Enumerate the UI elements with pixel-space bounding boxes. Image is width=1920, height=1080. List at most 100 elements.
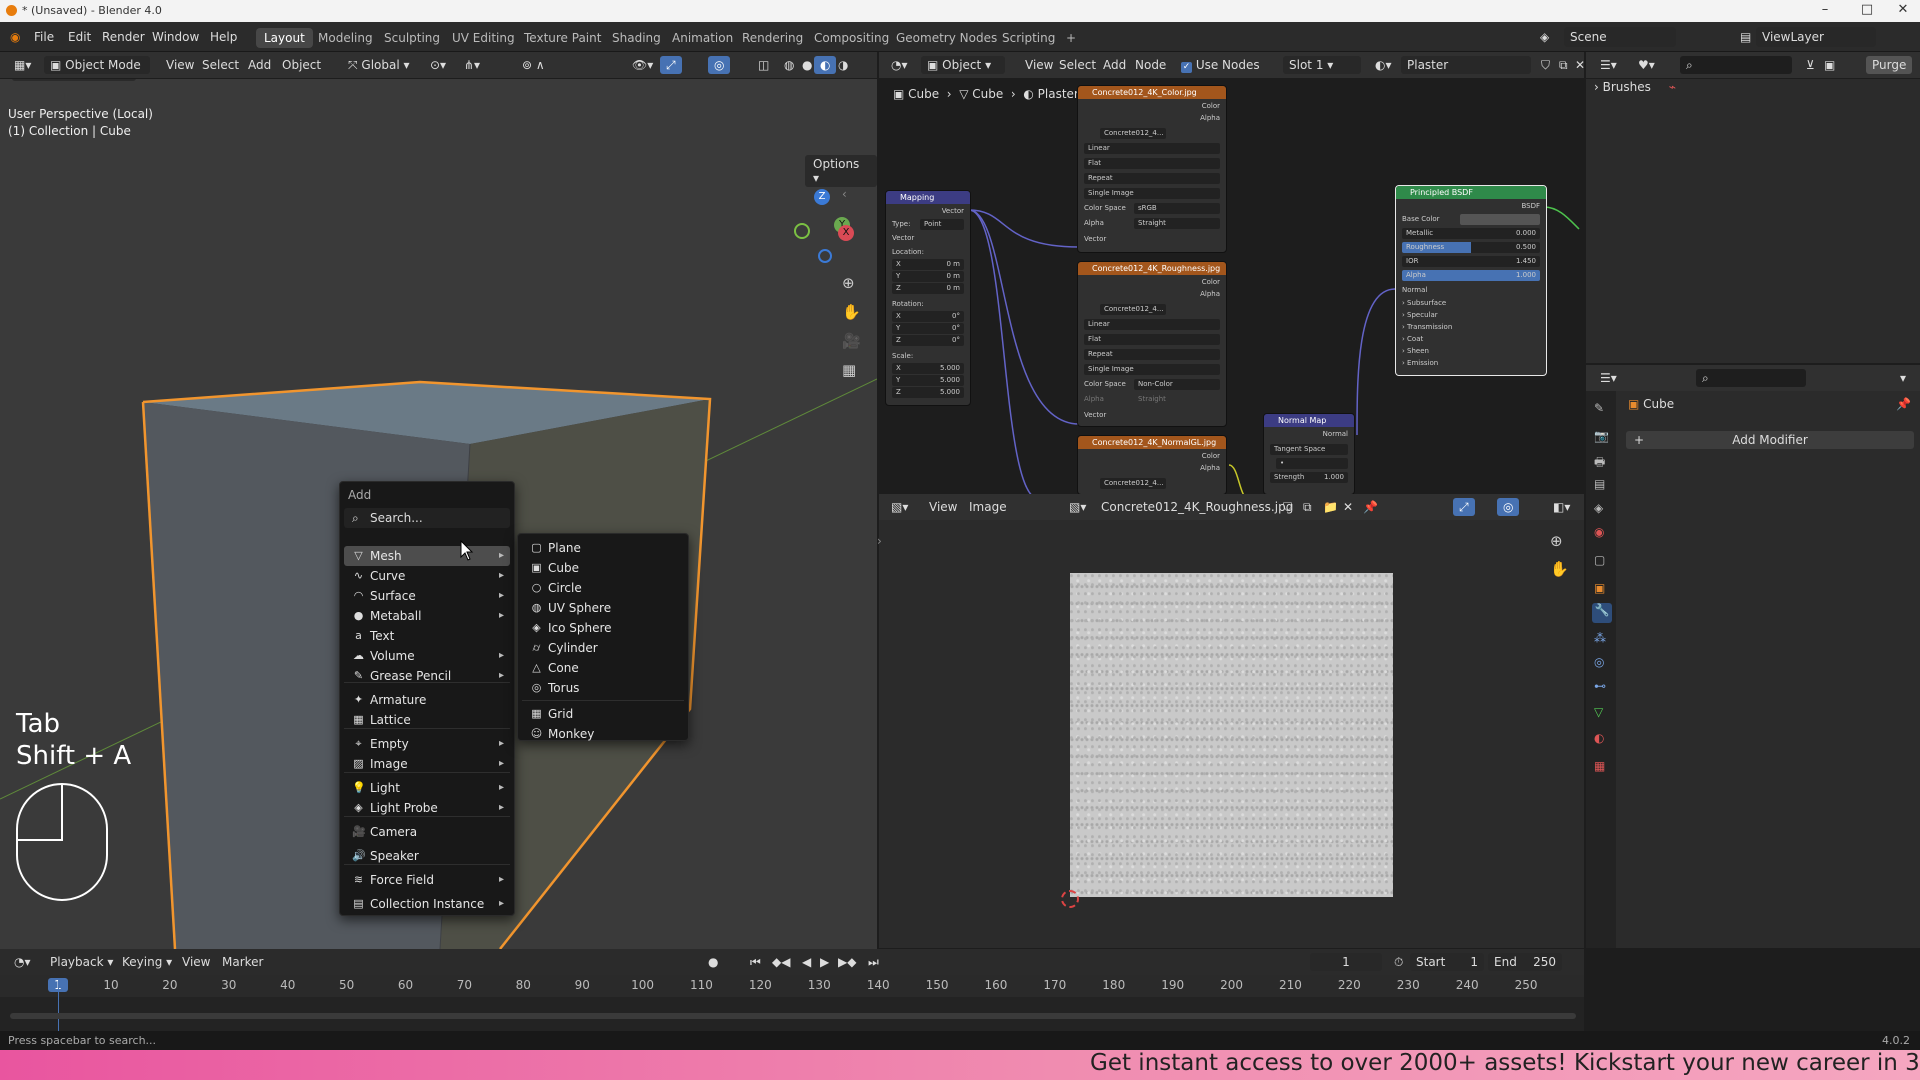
normal-map-node[interactable]: Normal Map Normal Tangent Space • Streng… [1263, 413, 1355, 494]
jump-start-icon[interactable]: ⏮ [744, 953, 767, 971]
image-pin-icon[interactable]: 📌 [1357, 498, 1384, 516]
scene-selector[interactable]: Scene [1564, 27, 1676, 47]
rough-tex-interp[interactable]: Linear [1084, 319, 1220, 330]
mesh-item-torus[interactable]: ◎ Torus [522, 678, 684, 698]
image-gizmo-icon[interactable]: ⤢ [1453, 498, 1475, 516]
tab-uv-editing[interactable]: UV Editing [444, 28, 523, 48]
pivot-icon[interactable]: ⊙▾ [424, 56, 452, 74]
outliner-type-icon[interactable]: ☰▾ [1594, 56, 1623, 74]
texture-tab-icon[interactable]: ▦ [1594, 759, 1605, 773]
timeline-type-icon[interactable]: ◔▾ [8, 953, 37, 971]
image-fake-user-icon[interactable]: ⛉ [1277, 498, 1298, 516]
menu-render[interactable]: Render [102, 30, 145, 44]
record-icon[interactable]: ● [702, 953, 724, 971]
image-sidebar-arrow-icon[interactable]: › [877, 534, 882, 548]
image-editor[interactable]: ⊕ ✋ › [877, 520, 1584, 948]
properties-type-icon[interactable]: ☰▾ [1594, 369, 1623, 387]
mapping-type-field[interactable]: Point [920, 219, 964, 230]
color-tex-cs[interactable]: sRGB [1134, 203, 1220, 214]
promo-banner[interactable]: Get instant access to over 2000+ assets!… [0, 1050, 1920, 1080]
add-workspace-button[interactable]: + [1058, 28, 1084, 48]
add-menu-item-metaball[interactable]: ● Metaball ▸ [344, 606, 510, 626]
current-frame-field[interactable]: 1 [1310, 953, 1382, 971]
rough-tex-cs[interactable]: Non-Color [1134, 379, 1220, 390]
ortho-toggle-icon[interactable]: ▦ [842, 361, 856, 379]
modifier-tab-icon[interactable]: 🔧 [1592, 603, 1612, 623]
timeline-menu-view[interactable]: View [176, 953, 216, 971]
roughness-image-preview[interactable] [1070, 573, 1393, 897]
add-menu-item-grease-pencil[interactable]: ✎ Grease Pencil ▸ [344, 666, 510, 686]
image-zoom-icon[interactable]: ⊕ [1550, 532, 1563, 550]
shader-type-selector[interactable]: ▣ Object ▾ [921, 56, 1005, 74]
mapping-rot-z[interactable]: Z 0° [892, 335, 964, 346]
bsdf-metallic[interactable]: Metallic 0.000 [1402, 228, 1540, 239]
tab-animation[interactable]: Animation [664, 28, 741, 48]
properties-search[interactable]: ⌕ [1696, 369, 1806, 387]
tab-sculpting[interactable]: Sculpting [376, 28, 448, 48]
outliner-display-mode-icon[interactable]: ♥▾ [1632, 56, 1661, 74]
gizmo-toggle-icon[interactable]: ⤢ [660, 56, 682, 74]
overlay-toggle-icon[interactable]: ◎ [708, 56, 731, 74]
purge-button[interactable]: Purge [1866, 56, 1913, 74]
mapping-loc-x[interactable]: X0 m [892, 259, 964, 270]
rough-tex-source[interactable]: Single Image [1084, 364, 1220, 375]
rough-tex-proj[interactable]: Flat [1084, 334, 1220, 345]
menu-add[interactable]: Add [242, 56, 277, 74]
slot-selector[interactable]: Slot 1 ▾ [1283, 56, 1361, 74]
end-frame-field[interactable]: End 250 [1488, 953, 1562, 971]
maximize-icon[interactable]: □ [1852, 2, 1882, 17]
mesh-item-circle[interactable]: ○ Circle [522, 578, 684, 598]
menu-help[interactable]: Help [210, 30, 237, 44]
menu-file[interactable]: File [34, 30, 54, 44]
color-tex-ext[interactable]: Repeat [1084, 173, 1220, 184]
bsdf-roughness[interactable]: Roughness 0.500 [1402, 242, 1540, 253]
rough-tex-image-field[interactable]: Concrete012_4... [1100, 304, 1166, 315]
next-keyframe-icon[interactable]: ▶◆ [832, 953, 862, 971]
options-button[interactable]: Options ▾ [805, 155, 877, 187]
mesh-item-monkey[interactable]: ☺ Monkey [522, 724, 684, 744]
visibility-icon[interactable]: 👁▾ [626, 56, 659, 74]
add-menu-item-speaker[interactable]: 🔊 Speaker [344, 846, 510, 866]
gizmo-z-icon[interactable]: Z [814, 189, 830, 205]
color-tex-proj[interactable]: Flat [1084, 158, 1220, 169]
bsdf-panel-subsurface[interactable]: › Subsurface [1402, 298, 1540, 309]
mesh-item-cube[interactable]: ▣ Cube [522, 558, 684, 578]
bsdf-base-color-swatch[interactable] [1460, 214, 1540, 225]
principled-bsdf-node[interactable]: Principled BSDF BSDF Base Color Metallic… [1395, 185, 1547, 376]
outliner-item-brushes[interactable]: › Brushes ⌁ [1594, 80, 1676, 94]
add-menu-item-volume[interactable]: ☁ Volume ▸ [344, 646, 510, 666]
mapping-loc-y[interactable]: Y0 m [892, 271, 964, 282]
node-menu-node[interactable]: Node [1129, 56, 1172, 74]
bsdf-alpha[interactable]: Alpha 1.000 [1402, 270, 1540, 281]
normal-map-space[interactable]: Tangent Space [1270, 444, 1348, 455]
mapping-rot-x[interactable]: X 0° [892, 311, 964, 322]
node-menu-select[interactable]: Select [1053, 56, 1102, 74]
view-layer-tab-icon[interactable]: ▤ [1594, 477, 1605, 491]
mesh-item-grid[interactable]: ▦ Grid [522, 704, 684, 724]
menu-view[interactable]: View [160, 56, 200, 74]
image-overlay-icon[interactable]: ◎ [1497, 498, 1520, 516]
timeline-scrollbar[interactable] [10, 1013, 1576, 1019]
mapping-scale-y[interactable]: Y 5.000 [892, 375, 964, 386]
tab-shading[interactable]: Shading [604, 28, 669, 48]
tab-geometry-nodes[interactable]: Geometry Nodes [888, 28, 1005, 48]
mesh-item-cylinder[interactable]: ⌭ Cylinder [522, 638, 684, 658]
color-tex-source[interactable]: Single Image [1084, 188, 1220, 199]
add-menu-item-surface[interactable]: ◠ Surface ▸ [344, 586, 510, 606]
menu-window[interactable]: Window [152, 30, 199, 44]
outliner-search[interactable]: ⌕ [1680, 56, 1792, 74]
color-tex-interp[interactable]: Linear [1084, 143, 1220, 154]
normal-tex-image-field[interactable]: Concrete012_4... [1100, 478, 1166, 489]
collection-tab-icon[interactable]: ▢ [1594, 553, 1605, 567]
add-menu-item-camera[interactable]: 🎥 Camera [344, 822, 510, 842]
mapping-loc-z[interactable]: Z0 m [892, 283, 964, 294]
tool-tab-icon[interactable]: ✎ [1594, 401, 1604, 415]
add-menu-item-text[interactable]: a Text [344, 626, 510, 646]
constraints-tab-icon[interactable]: ⊷ [1594, 679, 1606, 693]
world-tab-icon[interactable]: ◉ [1594, 525, 1604, 539]
prev-keyframe-icon[interactable]: ◆◀ [766, 953, 796, 971]
image-display-channels-icon[interactable]: ◧▾ [1547, 498, 1576, 516]
transform-orientation[interactable]: ⤧ Global ▾ [342, 56, 416, 74]
bsdf-panel-sheen[interactable]: › Sheen [1402, 346, 1540, 357]
editor-type-icon[interactable]: ▦▾ [8, 56, 37, 74]
